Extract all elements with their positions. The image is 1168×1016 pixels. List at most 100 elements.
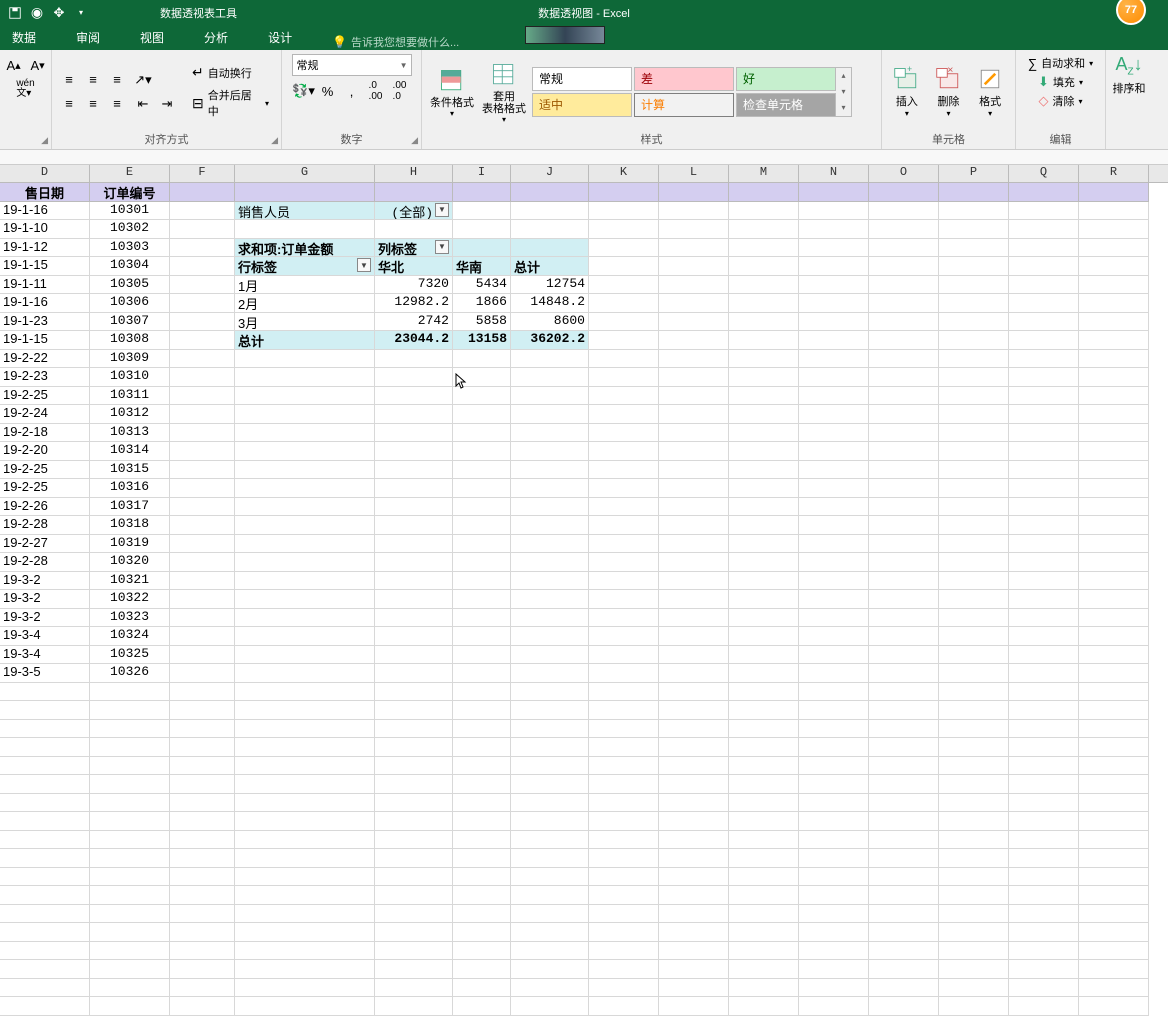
cell[interactable] <box>511 794 589 813</box>
cell[interactable] <box>869 664 939 683</box>
cell[interactable] <box>589 794 659 813</box>
cell[interactable] <box>869 905 939 924</box>
decrease-decimal-icon[interactable]: .00.0 <box>389 80 411 102</box>
cell[interactable] <box>375 812 453 831</box>
cell[interactable] <box>869 405 939 424</box>
cell-styles-gallery[interactable]: 常规 差 好 适中 计算 检查单元格 ▴▾▾ <box>532 67 852 117</box>
cell[interactable]: 售日期 <box>0 183 90 202</box>
table-row[interactable] <box>0 831 1168 850</box>
sort-filter-icon[interactable]: AZ↓ <box>1115 54 1142 78</box>
cell[interactable] <box>170 572 235 591</box>
column-header[interactable]: N <box>799 165 869 182</box>
cell[interactable] <box>511 757 589 776</box>
cell[interactable] <box>511 609 589 628</box>
table-row[interactable]: 19-1-11103051月7320543412754 <box>0 276 1168 295</box>
cell[interactable] <box>1079 331 1149 350</box>
cell[interactable] <box>1009 794 1079 813</box>
cell[interactable] <box>869 609 939 628</box>
cell[interactable] <box>659 553 729 572</box>
cell[interactable] <box>589 868 659 887</box>
cell[interactable]: 19-3-4 <box>0 627 90 646</box>
cell[interactable] <box>453 239 511 258</box>
increase-indent-icon[interactable]: ⇥ <box>156 93 178 115</box>
cell[interactable] <box>939 276 1009 295</box>
filter-dropdown-icon[interactable]: ▼ <box>435 240 449 254</box>
cell[interactable] <box>511 868 589 887</box>
cell[interactable] <box>939 831 1009 850</box>
number-format-dropdown[interactable]: 常规 ▼ <box>292 54 412 76</box>
cell[interactable] <box>659 849 729 868</box>
cell[interactable] <box>589 627 659 646</box>
style-neutral[interactable]: 适中 <box>532 93 632 117</box>
cell[interactable] <box>1009 202 1079 221</box>
cell[interactable]: 2月 <box>235 294 375 313</box>
cell[interactable] <box>1009 387 1079 406</box>
cell[interactable] <box>939 331 1009 350</box>
cell[interactable] <box>799 239 869 258</box>
cell[interactable] <box>1079 997 1149 1016</box>
cell[interactable]: 19-1-12 <box>0 239 90 258</box>
cell[interactable] <box>729 757 799 776</box>
cell[interactable]: 总计 <box>511 257 589 276</box>
cell[interactable] <box>235 572 375 591</box>
cell[interactable] <box>235 849 375 868</box>
cell[interactable] <box>453 757 511 776</box>
tab-view[interactable]: 视图 <box>130 25 174 50</box>
cell[interactable] <box>235 923 375 942</box>
cell[interactable] <box>869 553 939 572</box>
cell[interactable] <box>375 701 453 720</box>
cell[interactable] <box>799 313 869 332</box>
cell[interactable]: 13158 <box>453 331 511 350</box>
cell[interactable] <box>939 794 1009 813</box>
cell[interactable] <box>0 942 90 961</box>
cell[interactable] <box>1079 831 1149 850</box>
cell[interactable] <box>511 461 589 480</box>
cell[interactable] <box>799 368 869 387</box>
table-row[interactable] <box>0 979 1168 998</box>
cell[interactable] <box>235 775 375 794</box>
cell[interactable]: 求和项:订单金额 <box>235 239 375 258</box>
cell[interactable] <box>235 979 375 998</box>
cell[interactable] <box>589 535 659 554</box>
cell[interactable] <box>170 960 235 979</box>
cell[interactable]: 19-2-25 <box>0 479 90 498</box>
table-row[interactable]: 19-1-16103062月12982.2186614848.2 <box>0 294 1168 313</box>
font-size-down-icon[interactable]: A▾ <box>27 54 49 76</box>
table-row[interactable] <box>0 794 1168 813</box>
cell[interactable] <box>589 516 659 535</box>
cell[interactable] <box>1009 849 1079 868</box>
cell[interactable] <box>1009 923 1079 942</box>
cell[interactable] <box>511 960 589 979</box>
column-header[interactable]: M <box>729 165 799 182</box>
cell[interactable] <box>869 535 939 554</box>
cell[interactable] <box>170 442 235 461</box>
cell[interactable] <box>235 683 375 702</box>
cell[interactable] <box>235 424 375 443</box>
cell[interactable] <box>453 442 511 461</box>
cell[interactable] <box>799 923 869 942</box>
cell[interactable] <box>511 683 589 702</box>
cell[interactable] <box>799 646 869 665</box>
cell[interactable]: 19-1-10 <box>0 220 90 239</box>
cell[interactable]: 19-2-24 <box>0 405 90 424</box>
cell[interactable] <box>453 979 511 998</box>
cell[interactable] <box>659 498 729 517</box>
cell[interactable] <box>939 849 1009 868</box>
cell[interactable] <box>869 923 939 942</box>
table-row[interactable]: 19-3-410324 <box>0 627 1168 646</box>
table-row[interactable] <box>0 923 1168 942</box>
cell[interactable] <box>453 905 511 924</box>
cell[interactable]: 10320 <box>90 553 170 572</box>
cell[interactable] <box>659 942 729 961</box>
cell[interactable] <box>659 405 729 424</box>
cell[interactable] <box>511 997 589 1016</box>
cell[interactable] <box>659 794 729 813</box>
cell[interactable] <box>729 590 799 609</box>
cell[interactable] <box>170 553 235 572</box>
cell[interactable] <box>1009 424 1079 443</box>
cell[interactable] <box>659 535 729 554</box>
cell[interactable] <box>235 387 375 406</box>
cell[interactable]: 5434 <box>453 276 511 295</box>
cell[interactable] <box>0 997 90 1016</box>
cell[interactable] <box>589 960 659 979</box>
